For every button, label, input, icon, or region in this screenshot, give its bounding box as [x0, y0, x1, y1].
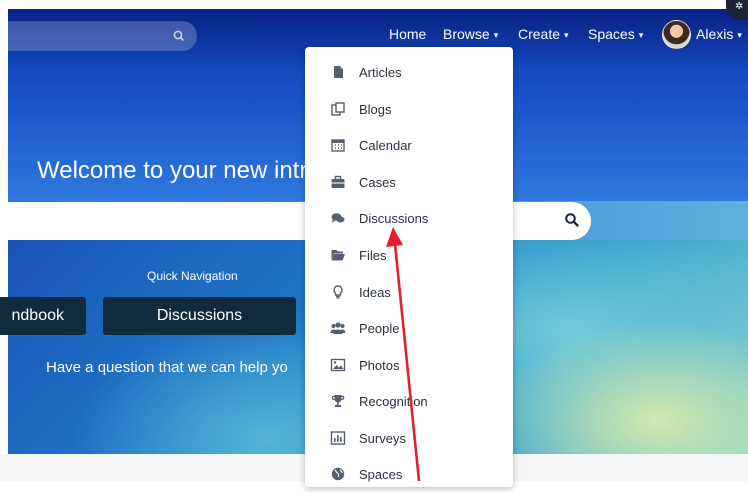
annotation-arrow	[386, 227, 421, 481]
